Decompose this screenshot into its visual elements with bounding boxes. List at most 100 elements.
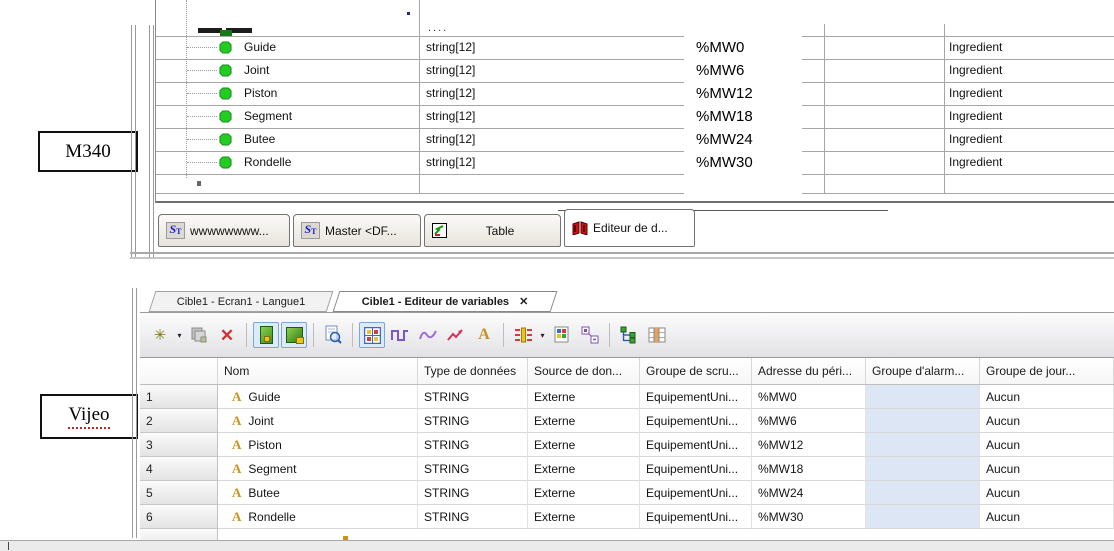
row-number-cell[interactable]: 4 <box>140 457 218 481</box>
alarm-group-cell[interactable] <box>866 481 980 505</box>
variable-type[interactable]: string[12] <box>426 82 475 105</box>
table-row[interactable]: 5 AButee STRING Externe EquipementUni...… <box>140 481 1114 505</box>
header-address[interactable]: Adresse du péri... <box>752 358 866 384</box>
scan-group-cell[interactable]: EquipementUni... <box>640 385 752 409</box>
address-cell[interactable]: %MW6 <box>752 409 866 433</box>
row-number-cell[interactable]: 5 <box>140 481 218 505</box>
log-group-cell[interactable]: Aucun <box>980 385 1114 409</box>
name-cell[interactable]: AButee <box>218 481 418 505</box>
scope-toggle-external[interactable] <box>281 322 307 348</box>
source-cell[interactable]: Externe <box>528 505 640 529</box>
variable-comment[interactable]: Ingredient <box>949 128 1002 151</box>
variable-comment[interactable]: Ingredient <box>949 82 1002 105</box>
type-cell[interactable]: STRING <box>418 433 528 457</box>
log-group-cell[interactable]: Aucun <box>980 409 1114 433</box>
variable-type[interactable]: string[12] <box>426 36 475 59</box>
type-cell[interactable]: STRING <box>418 481 528 505</box>
log-group-cell[interactable]: Aucun <box>980 433 1114 457</box>
table-row[interactable]: Butee string[12] Ingredient <box>156 128 1114 151</box>
scan-group-cell[interactable]: EquipementUni... <box>640 505 752 529</box>
scan-group-cell[interactable]: EquipementUni... <box>640 409 752 433</box>
header-source[interactable]: Source de don... <box>528 358 640 384</box>
variable-comment[interactable]: Ingredient <box>949 105 1002 128</box>
variable-name[interactable]: Guide <box>244 36 276 59</box>
type-cell[interactable]: STRING <box>418 385 528 409</box>
filter-float-button[interactable] <box>443 322 469 348</box>
variable-name[interactable]: Joint <box>244 59 269 82</box>
log-group-cell[interactable]: Aucun <box>980 481 1114 505</box>
name-cell[interactable]: AGuide <box>218 385 418 409</box>
log-group-cell[interactable]: Aucun <box>980 457 1114 481</box>
preview-button[interactable] <box>320 322 346 348</box>
sort-button[interactable] <box>510 322 536 348</box>
close-icon[interactable]: ✕ <box>519 295 528 308</box>
tab-editeur-variables[interactable]: Cible1 - Editeur de variables✕ <box>333 291 558 312</box>
variable-comment[interactable]: Ingredient <box>949 59 1002 82</box>
filter-bool-button[interactable] <box>387 322 413 348</box>
address-cell[interactable]: %MW18 <box>752 457 866 481</box>
row-number-cell[interactable]: 2 <box>140 409 218 433</box>
variable-comment[interactable]: Ingredient <box>949 36 1002 59</box>
property-grid-button[interactable] <box>549 322 575 348</box>
alarm-group-cell[interactable] <box>866 433 980 457</box>
type-cell[interactable]: STRING <box>418 409 528 433</box>
row-number-cell[interactable]: 6 <box>140 505 218 529</box>
scan-group-cell[interactable]: EquipementUni... <box>640 433 752 457</box>
name-cell[interactable]: AJoint <box>218 409 418 433</box>
tab-section[interactable]: ST wwwwwwww... <box>158 214 290 247</box>
type-cell[interactable]: STRING <box>418 457 528 481</box>
name-cell[interactable]: ASegment <box>218 457 418 481</box>
variable-comment[interactable]: Ingredient <box>949 151 1002 174</box>
table-row[interactable]: 4 ASegment STRING Externe EquipementUni.… <box>140 457 1114 481</box>
row-number-cell[interactable]: 1 <box>140 385 218 409</box>
variable-name[interactable]: Segment <box>244 105 292 128</box>
header-alarm-group[interactable]: Groupe d'alarm... <box>866 358 980 384</box>
table-row[interactable]: Rondelle string[12] Ingredient <box>156 151 1114 174</box>
variable-groups-button[interactable] <box>577 322 603 348</box>
alarm-group-cell[interactable] <box>866 457 980 481</box>
tab-animation-table[interactable]: Table <box>424 214 561 247</box>
variable-name[interactable]: Butee <box>244 128 275 151</box>
tab-data-editor[interactable]: Editeur de d... <box>564 209 695 247</box>
header-log-group[interactable]: Groupe de jour... <box>980 358 1114 384</box>
address-cell[interactable]: %MW0 <box>752 385 866 409</box>
tab-master[interactable]: ST Master <DF... <box>293 214 421 247</box>
alarm-group-cell[interactable] <box>866 385 980 409</box>
table-row[interactable]: Segment string[12] Ingredient <box>156 105 1114 128</box>
scan-group-cell[interactable]: EquipementUni... <box>640 457 752 481</box>
duplicate-variable-button[interactable] <box>186 322 212 348</box>
variable-type[interactable]: string[12] <box>426 151 475 174</box>
log-group-cell[interactable]: Aucun <box>980 505 1114 529</box>
table-row[interactable]: 1 AGuide STRING Externe EquipementUni...… <box>140 385 1114 409</box>
header-scan-group[interactable]: Groupe de scru... <box>640 358 752 384</box>
new-variable-button[interactable]: ✳ <box>147 322 173 348</box>
type-cell[interactable]: STRING <box>418 505 528 529</box>
variable-name[interactable]: Rondelle <box>244 151 291 174</box>
row-number-cell[interactable]: 3 <box>140 433 218 457</box>
source-cell[interactable]: Externe <box>528 457 640 481</box>
variable-name[interactable]: Piston <box>244 82 277 105</box>
source-cell[interactable]: Externe <box>528 385 640 409</box>
source-cell[interactable]: Externe <box>528 433 640 457</box>
table-row[interactable]: Guide string[12] Ingredient <box>156 36 1114 59</box>
variable-type[interactable]: string[12] <box>426 105 475 128</box>
source-cell[interactable]: Externe <box>528 409 640 433</box>
sort-dropdown[interactable]: ▾ <box>537 331 548 340</box>
table-row[interactable]: Joint string[12] Ingredient <box>156 59 1114 82</box>
show-all-types-button[interactable] <box>359 322 385 348</box>
address-cell[interactable]: %MW30 <box>752 505 866 529</box>
alarm-group-cell[interactable] <box>866 505 980 529</box>
tree-view-button[interactable] <box>616 322 642 348</box>
scope-toggle-internal[interactable] <box>253 322 279 348</box>
delete-variable-button[interactable]: ✕ <box>214 322 240 348</box>
table-row[interactable]: Piston string[12] Ingredient <box>156 82 1114 105</box>
tab-ecran1[interactable]: Cible1 - Ecran1 - Langue1 <box>149 291 334 312</box>
table-row[interactable]: 6 ARondelle STRING Externe EquipementUni… <box>140 505 1114 529</box>
name-cell[interactable]: ARondelle <box>218 505 418 529</box>
filter-integer-button[interactable] <box>415 322 441 348</box>
scan-group-cell[interactable]: EquipementUni... <box>640 481 752 505</box>
header-type[interactable]: Type de données <box>418 358 528 384</box>
new-variable-dropdown[interactable]: ▾ <box>174 331 185 340</box>
alarm-group-cell[interactable] <box>866 409 980 433</box>
name-cell[interactable]: APiston <box>218 433 418 457</box>
